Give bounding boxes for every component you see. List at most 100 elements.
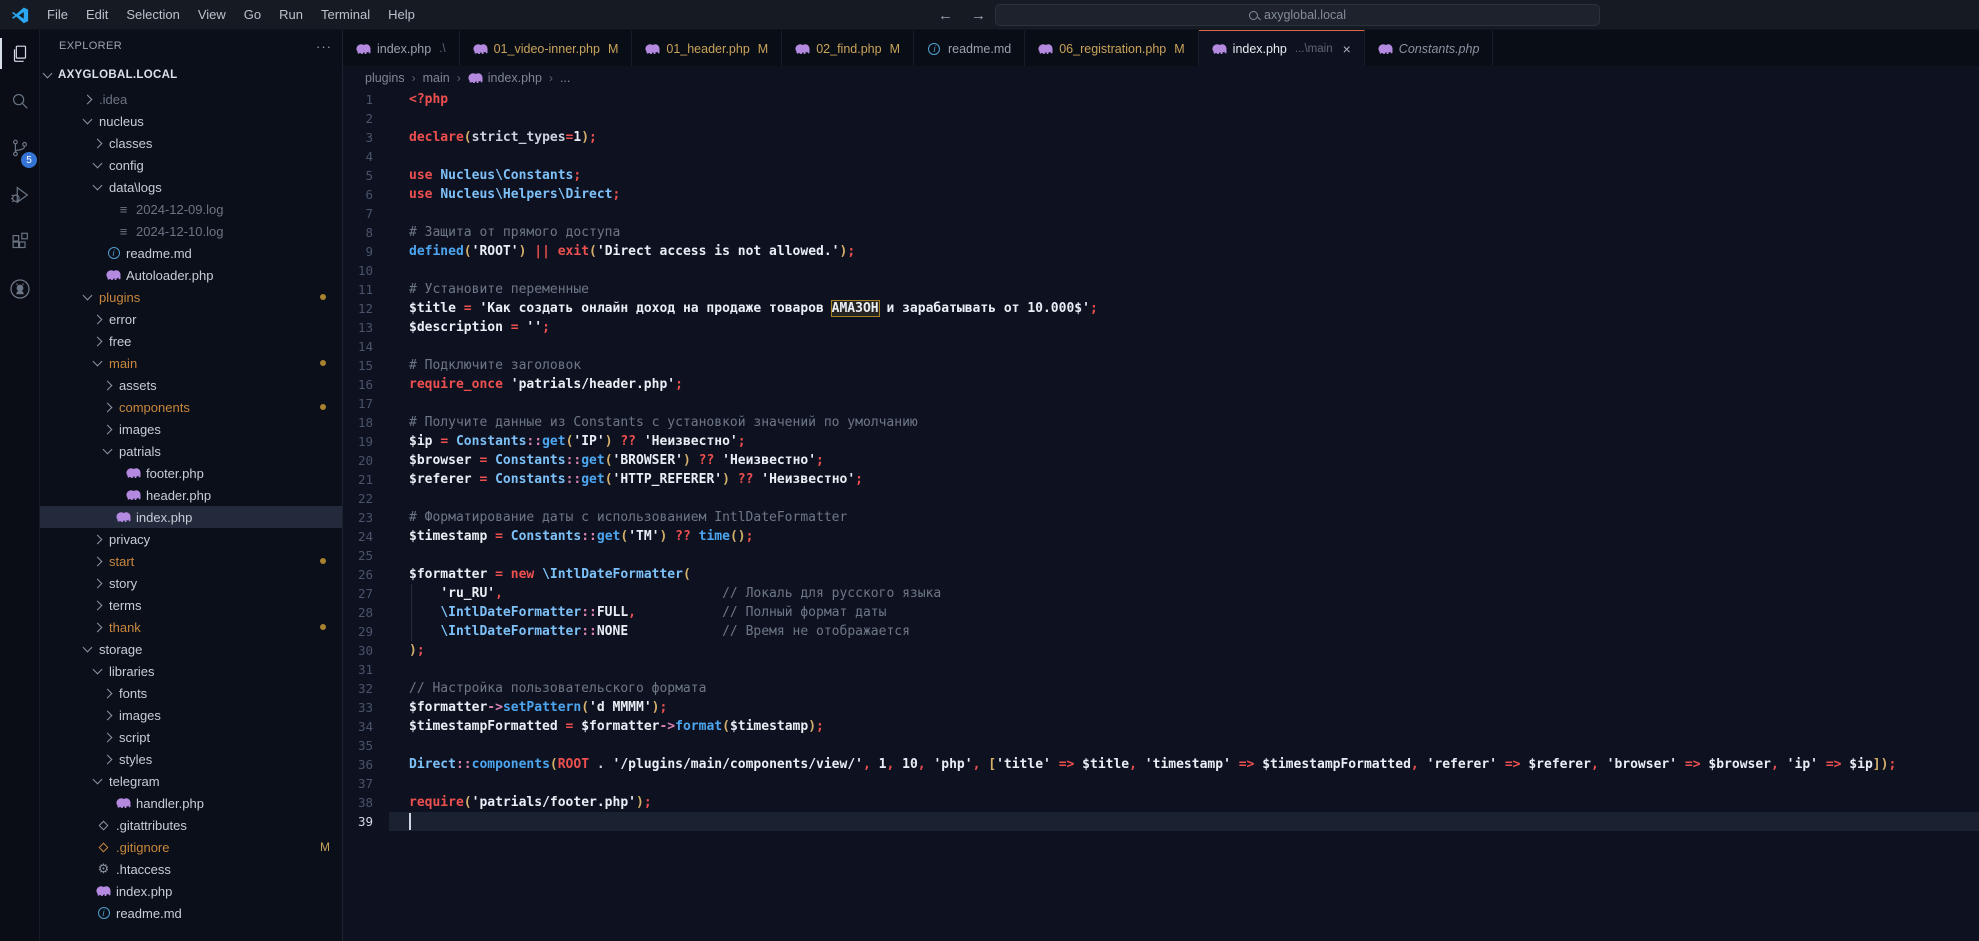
tab-label: Constants.php — [1399, 42, 1480, 56]
tree-item-header.php[interactable]: header.php — [40, 484, 342, 506]
menu-item-file[interactable]: File — [38, 0, 77, 30]
php-file-icon — [116, 510, 131, 524]
menu-item-help[interactable]: Help — [379, 0, 424, 30]
info-icon: i — [98, 907, 110, 919]
code-editor[interactable]: 1<?php23declare(strict_types=1);45use Nu… — [343, 90, 1979, 941]
code-line-14: 14 — [343, 337, 1979, 356]
breadcrumb-item-...[interactable]: ... — [560, 71, 570, 85]
tree-item-script[interactable]: script — [40, 726, 342, 748]
tree-item-label: readme.md — [126, 246, 192, 261]
menu-item-terminal[interactable]: Terminal — [312, 0, 379, 30]
tree-item-label: storage — [99, 642, 142, 657]
menu-item-edit[interactable]: Edit — [77, 0, 117, 30]
tree-item-plugins[interactable]: plugins — [40, 286, 342, 308]
line-number: 8 — [343, 223, 389, 242]
menu-item-selection[interactable]: Selection — [117, 0, 188, 30]
tree-item-terms[interactable]: terms — [40, 594, 342, 616]
line-content: # Установите переменные — [389, 280, 1979, 299]
menu-item-run[interactable]: Run — [270, 0, 312, 30]
tree-item-label: error — [109, 312, 136, 327]
tree-item-.idea[interactable]: .idea — [40, 88, 342, 110]
php-file-icon — [106, 268, 121, 282]
tree-item-readme.md[interactable]: i readme.md — [40, 902, 342, 924]
tree-item-free[interactable]: free — [40, 330, 342, 352]
tree-item-label: images — [119, 708, 161, 723]
tree-item-start[interactable]: start — [40, 550, 342, 572]
tab-Constants.php[interactable]: Constants.php — [1365, 30, 1494, 66]
tree-item-2024-12-09.log[interactable]: ≡2024-12-09.log — [40, 198, 342, 220]
tree-item-handler.php[interactable]: handler.php — [40, 792, 342, 814]
tree-item-2024-12-10.log[interactable]: ≡2024-12-10.log — [40, 220, 342, 242]
tree-item-data\logs[interactable]: data\logs — [40, 176, 342, 198]
tree-item-story[interactable]: story — [40, 572, 342, 594]
line-content: $timestampFormatted = $formatter->format… — [389, 717, 1979, 736]
tab-index.php[interactable]: index.php ...\main× — [1199, 30, 1365, 66]
tree-item-error[interactable]: error — [40, 308, 342, 330]
tree-item-images[interactable]: images — [40, 418, 342, 440]
line-number: 39 — [343, 812, 389, 831]
tab-index.php[interactable]: index.php .\ — [343, 30, 460, 66]
search-panel-icon[interactable] — [0, 77, 40, 124]
menu-item-go[interactable]: Go — [235, 0, 270, 30]
tree-item-libraries[interactable]: libraries — [40, 660, 342, 682]
breadcrumb-item-plugins[interactable]: plugins — [365, 71, 405, 85]
chevron-down-icon — [93, 180, 103, 190]
run-debug-icon[interactable] — [0, 171, 40, 218]
chevron-down-icon — [103, 444, 113, 454]
line-number: 6 — [343, 185, 389, 204]
php-file-icon — [1038, 42, 1053, 56]
tree-item-telegram[interactable]: telegram — [40, 770, 342, 792]
breadcrumb-item-main[interactable]: main — [423, 71, 450, 85]
tree-item-label: handler.php — [136, 796, 204, 811]
tree-item-.htaccess[interactable]: ⚙.htaccess — [40, 858, 342, 880]
tree-item-index.php[interactable]: index.php — [40, 880, 342, 902]
line-content: Direct::components(ROOT . '/plugins/main… — [389, 755, 1979, 774]
tab-readme.md[interactable]: ireadme.md — [914, 30, 1025, 66]
tree-item-Autoloader.php[interactable]: Autoloader.php — [40, 264, 342, 286]
tree-item-nucleus[interactable]: nucleus — [40, 110, 342, 132]
tree-item-main[interactable]: main — [40, 352, 342, 374]
nav-forward-icon[interactable]: → — [971, 7, 986, 24]
extensions-icon[interactable] — [0, 218, 40, 265]
breadcrumb-item-index.php[interactable]: index.php — [468, 71, 542, 85]
close-icon[interactable]: × — [1343, 41, 1351, 57]
tree-item-.gitattributes[interactable]: .gitattributes — [40, 814, 342, 836]
tree-item-classes[interactable]: classes — [40, 132, 342, 154]
line-number: 33 — [343, 698, 389, 717]
tree-item-styles[interactable]: styles — [40, 748, 342, 770]
tree-item-footer.php[interactable]: footer.php — [40, 462, 342, 484]
tree-item-thank[interactable]: thank — [40, 616, 342, 638]
workspace-root[interactable]: AXYGLOBAL.LOCAL — [40, 62, 342, 88]
line-number: 7 — [343, 204, 389, 223]
tree-item-index.php[interactable]: index.php — [40, 506, 342, 528]
tree-item-label: styles — [119, 752, 152, 767]
tab-06_registration.php[interactable]: 06_registration.phpM — [1025, 30, 1198, 66]
code-line-15: 15# Подключите заголовок — [343, 356, 1979, 375]
tree-item-readme.md[interactable]: ireadme.md — [40, 242, 342, 264]
github-icon[interactable] — [0, 265, 40, 312]
tree-item-components[interactable]: components — [40, 396, 342, 418]
tree-item-images[interactable]: images — [40, 704, 342, 726]
nav-back-icon[interactable]: ← — [938, 7, 953, 24]
tree-item-fonts[interactable]: fonts — [40, 682, 342, 704]
code-line-33: 33$formatter->setPattern('d MMMM'); — [343, 698, 1979, 717]
more-actions-icon[interactable]: ··· — [316, 39, 332, 54]
chevron-right-icon — [83, 94, 93, 104]
source-control-icon[interactable]: 5 — [0, 124, 40, 171]
tree-item-label: script — [119, 730, 150, 745]
tree-item-assets[interactable]: assets — [40, 374, 342, 396]
tab-01_video-inner.php[interactable]: 01_video-inner.phpM — [460, 30, 633, 66]
line-number: 19 — [343, 432, 389, 451]
tree-item-privacy[interactable]: privacy — [40, 528, 342, 550]
tree-item-label: readme.md — [116, 906, 182, 921]
search-input[interactable]: axyglobal.local — [995, 4, 1600, 26]
explorer-icon[interactable] — [0, 30, 40, 77]
tree-item-patrials[interactable]: patrials — [40, 440, 342, 462]
tab-02_find.php[interactable]: 02_find.phpM — [782, 30, 914, 66]
tree-item-.gitignore[interactable]: .gitignoreM — [40, 836, 342, 858]
git-file-icon — [96, 818, 111, 832]
tree-item-storage[interactable]: storage — [40, 638, 342, 660]
tree-item-config[interactable]: config — [40, 154, 342, 176]
menu-item-view[interactable]: View — [189, 0, 235, 30]
tab-01_header.php[interactable]: 01_header.phpM — [632, 30, 782, 66]
